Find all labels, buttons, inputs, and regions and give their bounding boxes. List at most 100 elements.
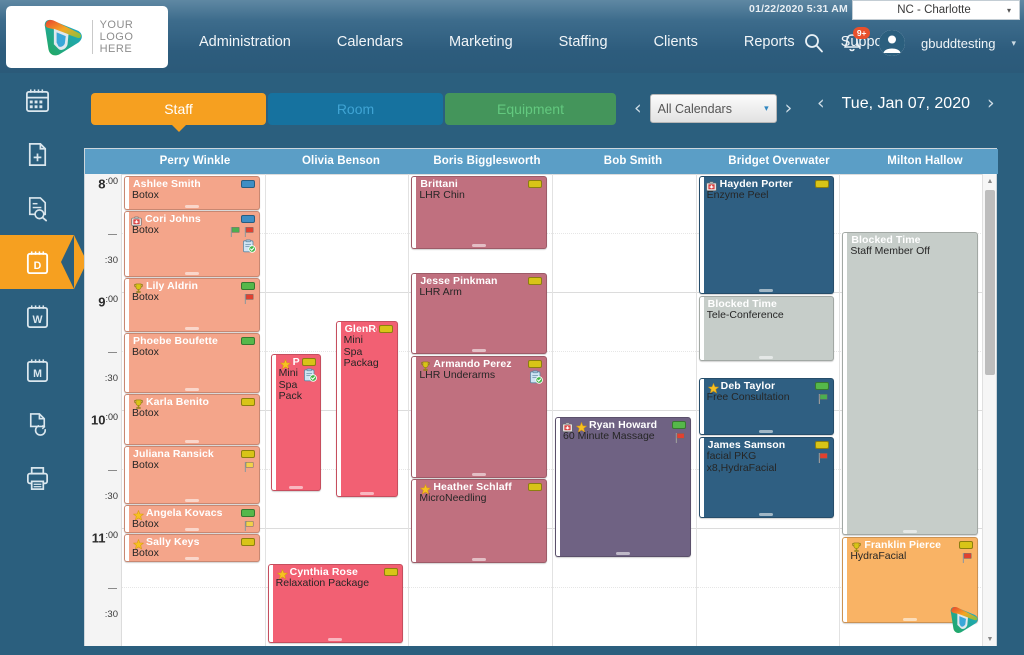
avatar[interactable]	[879, 30, 906, 56]
appointment-left-handle[interactable]	[843, 233, 848, 534]
appointment-block[interactable]: Lily Aldrin Botox	[124, 278, 260, 332]
appointment-status-pill[interactable]	[815, 180, 830, 188]
appointment-block[interactable]: PaulMini Spa Package	[270, 354, 321, 491]
sidebar-item-week-view[interactable]: W	[0, 289, 74, 343]
appointment-resize-grip[interactable]	[472, 244, 487, 247]
appointment-resize-grip[interactable]	[903, 530, 918, 533]
appointment-status-pill[interactable]	[527, 180, 542, 188]
sidebar-item-month-view[interactable]: M	[0, 343, 74, 397]
appointment-resize-grip[interactable]	[615, 552, 630, 555]
appointment-left-handle[interactable]	[125, 395, 129, 444]
calendar-column-4[interactable]: Hayden Porter Enzyme Peel Blocked Time Tele…	[696, 174, 841, 646]
calendar-column-1[interactable]: PaulMini Spa Package GlenRosMini Spa Pack…	[265, 174, 410, 646]
appointment-status-pill[interactable]	[671, 421, 686, 429]
scroll-up-arrow-icon[interactable]: ▲	[983, 174, 997, 188]
scroll-down-arrow-icon[interactable]: ▼	[983, 632, 997, 646]
appointment-resize-grip[interactable]	[288, 486, 303, 489]
tab-room[interactable]: Room	[268, 93, 443, 125]
appointment-left-handle[interactable]	[125, 279, 129, 331]
appointment-resize-grip[interactable]	[472, 473, 487, 476]
company-logo[interactable]: YOUR LOGO HERE	[6, 6, 168, 68]
appointment-status-pill[interactable]	[240, 509, 255, 517]
calendar-column-5[interactable]: Blocked Time Staff Member Off Franklin Pie…	[840, 174, 984, 646]
appointment-left-handle[interactable]	[125, 447, 129, 503]
appointment-status-pill[interactable]	[240, 180, 255, 188]
appointment-resize-grip[interactable]	[759, 289, 774, 292]
appointment-left-handle[interactable]	[699, 379, 704, 434]
appointment-left-handle[interactable]	[125, 177, 129, 209]
appointment-resize-grip[interactable]	[359, 492, 374, 495]
sidebar-item-day-view[interactable]: D	[0, 235, 87, 289]
appointment-left-handle[interactable]	[336, 322, 341, 496]
appointment-resize-grip[interactable]	[184, 557, 199, 560]
nav-item-staffing[interactable]: Staffing	[536, 34, 631, 50]
sidebar-item-document-search[interactable]	[0, 181, 74, 235]
next-day-button[interactable]: ›	[979, 94, 1003, 113]
calendar-column-2[interactable]: Brittani LHR Chin Jesse Pinkman LHR Arm Arma…	[409, 174, 553, 646]
sidebar-item-calendar[interactable]	[0, 73, 74, 127]
scrollbar-thumb[interactable]	[985, 190, 995, 375]
appointment-block[interactable]: Blocked Time Staff Member Off	[842, 232, 978, 535]
appointment-left-handle[interactable]	[271, 355, 276, 490]
appointment-status-pill[interactable]	[958, 541, 973, 549]
appointment-block[interactable]: Brittani LHR Chin	[411, 176, 547, 249]
calendar-column-0[interactable]: Ashlee Smith Botox Cori Johns Botox Lily Ald…	[122, 174, 266, 646]
appointment-left-handle[interactable]	[125, 535, 129, 561]
prev-calendar-button[interactable]: ‹	[626, 99, 650, 118]
nav-item-administration[interactable]: Administration	[176, 34, 314, 50]
appointment-left-handle[interactable]	[268, 565, 273, 642]
appointment-block[interactable]: Armando Perez LHR Underarms	[411, 356, 547, 478]
appointment-block[interactable]: Heather Schlaff MicroNeedling	[411, 479, 547, 563]
appointment-left-handle[interactable]	[412, 177, 417, 248]
appointment-status-pill[interactable]	[527, 277, 542, 285]
location-select[interactable]: NC - Charlotte ▾	[852, 0, 1020, 20]
appointment-block[interactable]: Blocked Time Tele-Conference	[698, 296, 835, 361]
sidebar-item-refresh-document[interactable]	[0, 397, 74, 451]
appointment-left-handle[interactable]	[125, 506, 129, 532]
nav-item-calendars[interactable]: Calendars	[314, 34, 426, 50]
calendar-select[interactable]: All Calendars ▾	[649, 94, 777, 123]
user-menu-caret-icon[interactable]: ▾	[1011, 38, 1016, 49]
appointment-status-pill[interactable]	[240, 215, 255, 223]
appointment-resize-grip[interactable]	[328, 638, 343, 641]
appointment-status-pill[interactable]	[815, 382, 830, 390]
appointment-left-handle[interactable]	[125, 334, 129, 392]
appointment-status-pill[interactable]	[384, 568, 399, 576]
appointment-status-pill[interactable]	[240, 450, 255, 458]
next-calendar-button[interactable]: ›	[777, 99, 801, 118]
appointment-status-pill[interactable]	[240, 538, 255, 546]
appointment-resize-grip[interactable]	[472, 558, 487, 561]
appointment-resize-grip[interactable]	[903, 618, 918, 621]
appointment-block[interactable]: Phoebe Boufette Botox	[124, 333, 260, 393]
search-icon[interactable]	[803, 32, 825, 54]
prev-day-button[interactable]: ‹	[809, 94, 833, 113]
appointment-status-pill[interactable]	[527, 483, 542, 491]
appointment-block[interactable]: Ryan Howard 60 Minute Massage	[555, 417, 691, 557]
appointment-status-pill[interactable]	[815, 441, 830, 449]
appointment-block[interactable]: Cori Johns Botox	[124, 211, 260, 277]
appointment-left-handle[interactable]	[125, 212, 129, 276]
appointment-status-pill[interactable]	[301, 358, 316, 366]
nav-item-marketing[interactable]: Marketing	[426, 34, 536, 50]
appointment-status-pill[interactable]	[378, 325, 393, 333]
appointment-status-pill[interactable]	[240, 398, 255, 406]
tab-equipment[interactable]: Equipment	[445, 93, 616, 125]
appointment-resize-grip[interactable]	[472, 349, 487, 352]
appointment-block[interactable]: Karla Benito Botox	[124, 394, 260, 445]
appointment-left-handle[interactable]	[699, 177, 704, 293]
appointment-resize-grip[interactable]	[184, 528, 199, 531]
appointment-left-handle[interactable]	[556, 418, 560, 556]
appointment-left-handle[interactable]	[699, 297, 704, 360]
appointment-block[interactable]: GlenRosMini Spa Package	[335, 321, 398, 497]
notification-bell-icon[interactable]: 9+	[841, 27, 871, 54]
tab-staff[interactable]: Staff	[91, 93, 266, 132]
appointment-block[interactable]: Sally Keys Botox	[124, 534, 260, 562]
appointment-left-handle[interactable]	[843, 538, 848, 622]
appointment-left-handle[interactable]	[699, 438, 704, 517]
sidebar-item-printer[interactable]	[0, 451, 74, 505]
appointment-block[interactable]: Juliana Ransick Botox	[124, 446, 260, 504]
appointment-status-pill[interactable]	[527, 360, 542, 368]
appointment-resize-grip[interactable]	[184, 272, 199, 275]
appointment-resize-grip[interactable]	[759, 513, 774, 516]
appointment-resize-grip[interactable]	[184, 388, 199, 391]
